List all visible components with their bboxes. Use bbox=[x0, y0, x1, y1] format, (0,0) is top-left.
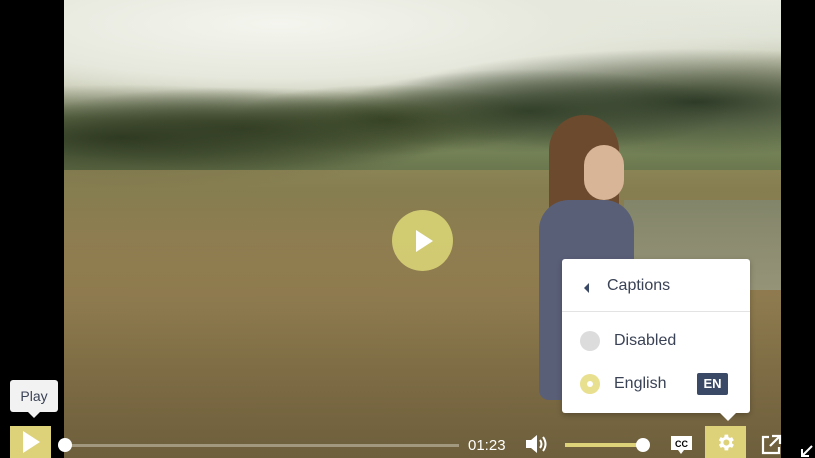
volume-button[interactable] bbox=[525, 433, 551, 455]
play-icon bbox=[416, 230, 433, 252]
captions-menu-back[interactable]: Captions bbox=[562, 259, 750, 312]
svg-text:CC: CC bbox=[675, 439, 688, 449]
video-player: Captions Disabled English EN Play 01:23 bbox=[0, 0, 815, 458]
play-icon bbox=[23, 431, 40, 453]
captions-button[interactable]: CC bbox=[669, 434, 694, 456]
control-bar: 01:23 CC bbox=[0, 425, 815, 458]
cc-icon: CC bbox=[671, 436, 692, 454]
time-display: 01:23 bbox=[468, 437, 506, 454]
settings-button[interactable] bbox=[705, 426, 746, 458]
captions-menu-title: Captions bbox=[607, 277, 671, 294]
caption-option-english[interactable]: English EN bbox=[562, 363, 750, 405]
caption-option-label: Disabled bbox=[614, 332, 677, 349]
radio-icon bbox=[580, 331, 600, 351]
volume-slider[interactable] bbox=[565, 443, 643, 447]
chevron-left-icon bbox=[584, 283, 589, 293]
subject-face bbox=[584, 145, 624, 200]
language-badge: EN bbox=[697, 373, 728, 395]
gear-icon bbox=[718, 434, 734, 451]
popout-button[interactable] bbox=[759, 433, 783, 457]
volume-icon bbox=[526, 435, 547, 453]
seek-handle[interactable] bbox=[58, 438, 72, 452]
play-tooltip: Play bbox=[10, 380, 58, 418]
resize-button[interactable] bbox=[800, 444, 814, 458]
popout-icon bbox=[761, 434, 782, 455]
resize-icon bbox=[801, 445, 813, 457]
caption-option-label: English bbox=[614, 375, 667, 392]
caption-option-disabled[interactable]: Disabled bbox=[562, 320, 750, 362]
captions-menu: Captions Disabled English EN bbox=[562, 259, 750, 421]
radio-selected-icon bbox=[580, 374, 600, 394]
volume-handle[interactable] bbox=[636, 438, 650, 452]
play-button[interactable] bbox=[10, 426, 51, 458]
big-play-button[interactable] bbox=[392, 210, 453, 271]
seek-bar[interactable] bbox=[65, 444, 459, 447]
